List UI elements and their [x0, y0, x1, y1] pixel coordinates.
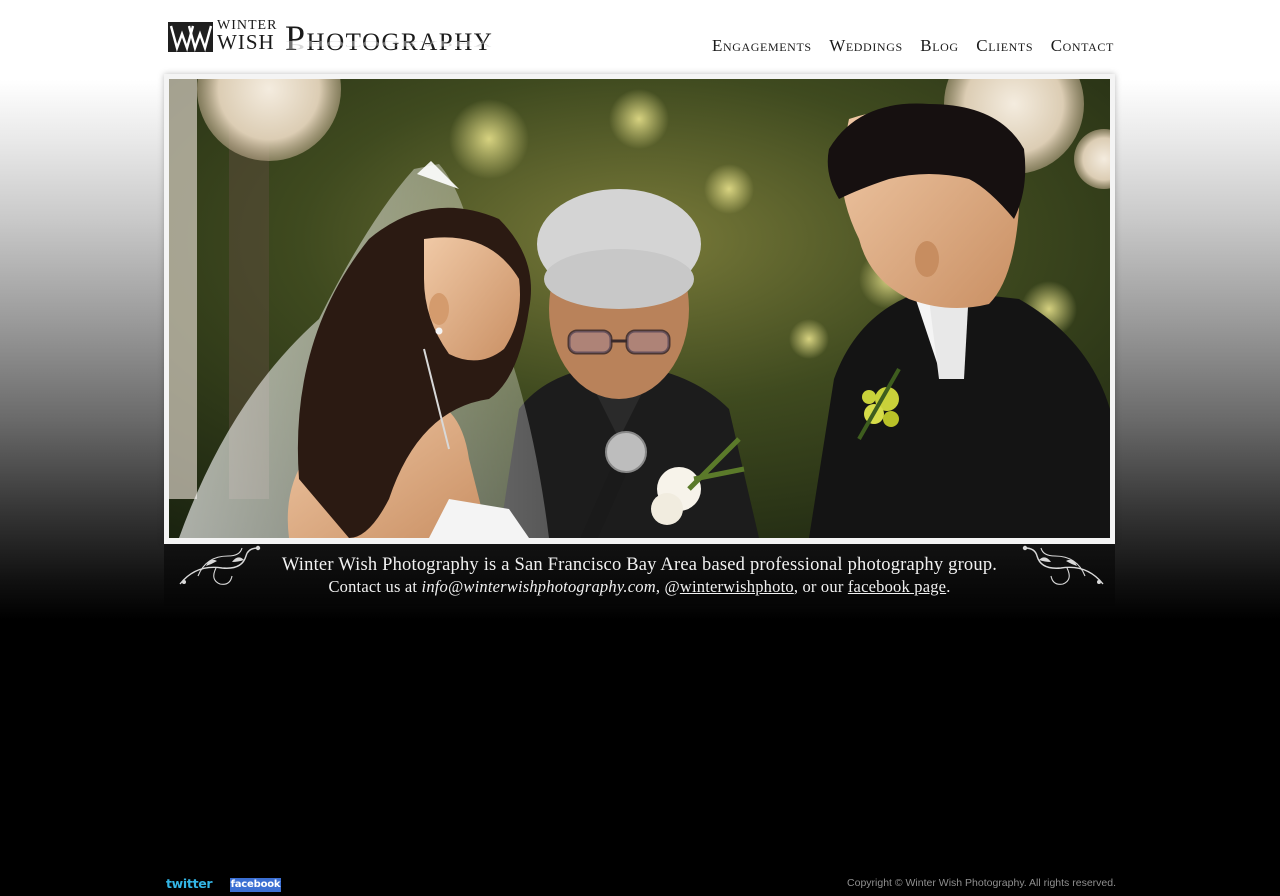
contact-prefix: Contact us at	[328, 577, 422, 596]
contact-line: Contact us at info@winterwishphotography…	[164, 577, 1115, 597]
facebook-page-link[interactable]: facebook page	[848, 577, 946, 596]
main-nav: Engagements Weddings Blog Clients Contac…	[706, 35, 1120, 57]
nav-weddings[interactable]: Weddings	[823, 36, 909, 56]
twitter-icon[interactable]: twitter	[166, 876, 213, 892]
contact-separator-1: , @	[655, 577, 680, 596]
facebook-icon[interactable]: facebook	[230, 878, 281, 892]
contact-suffix: .	[946, 577, 951, 596]
nav-clients[interactable]: Clients	[970, 36, 1039, 56]
nav-engagements[interactable]: Engagements	[706, 36, 818, 56]
caption-band: Winter Wish Photography is a San Francis…	[164, 544, 1115, 606]
logo-wish-text: WISH	[217, 30, 275, 54]
site-logo[interactable]: WINTER WISH Photography Photography	[168, 18, 538, 68]
hero-photo	[169, 79, 1110, 538]
site-description: Winter Wish Photography is a San Francis…	[281, 555, 998, 575]
twitter-handle-link[interactable]: winterwishphoto	[680, 577, 794, 596]
hero-photo-frame	[164, 74, 1115, 544]
logo-reflection: Photography	[285, 38, 494, 53]
nav-contact[interactable]: Contact	[1045, 36, 1120, 56]
wedding-ceremony-image	[169, 79, 1110, 538]
contact-separator-2: , or our	[793, 577, 848, 596]
nav-blog[interactable]: Blog	[914, 36, 964, 56]
logo-ww-mark-icon	[168, 22, 213, 52]
copyright-notice: Copyright © Winter Wish Photography. All…	[847, 877, 1116, 889]
contact-email: info@winterwishphotography.com	[421, 577, 656, 596]
